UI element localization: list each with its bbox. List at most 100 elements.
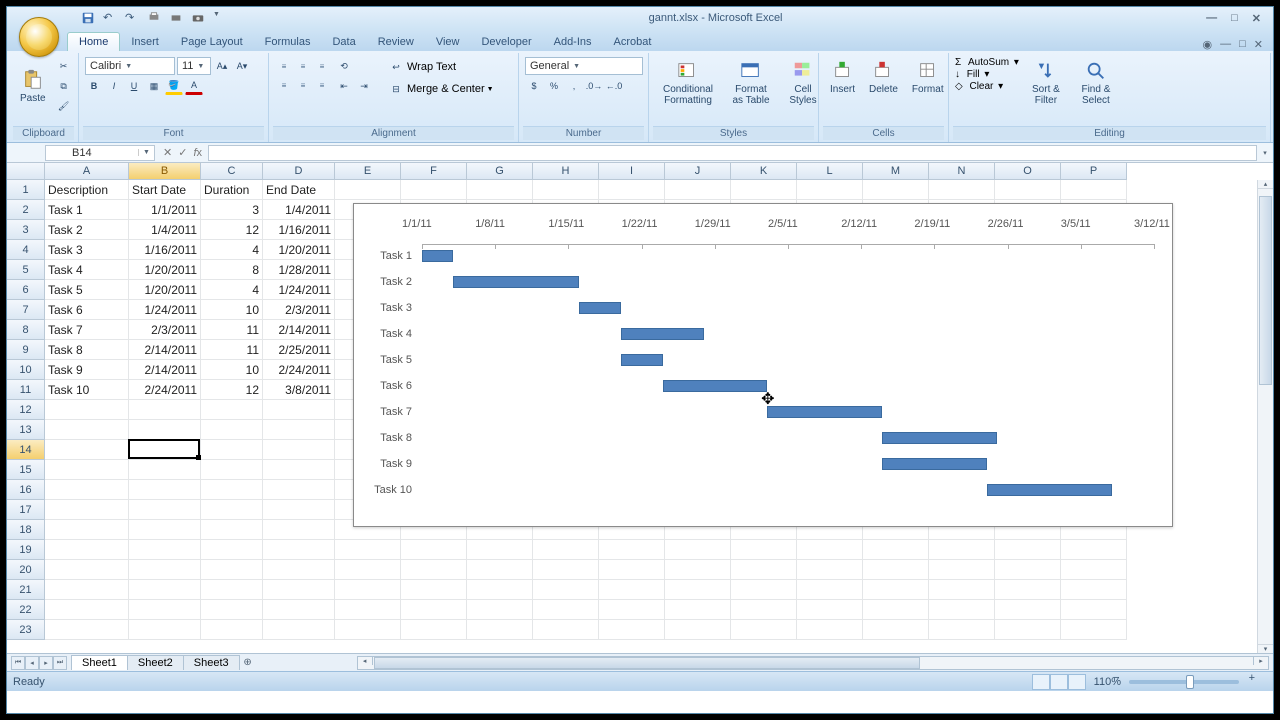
- cell[interactable]: 1/4/2011: [129, 220, 201, 240]
- col-header[interactable]: I: [599, 163, 665, 180]
- cell[interactable]: [665, 180, 731, 200]
- cell[interactable]: [263, 440, 335, 460]
- align-top-right[interactable]: ≡: [313, 57, 331, 75]
- wrap-text-button[interactable]: ↩Wrap Text: [383, 57, 498, 77]
- autosum-button[interactable]: Σ AutoSum ▾: [955, 57, 1019, 68]
- qat-dropdown-icon[interactable]: ▼: [213, 11, 227, 25]
- row-header[interactable]: 23: [7, 620, 45, 640]
- cell[interactable]: 1/16/2011: [263, 220, 335, 240]
- row-header[interactable]: 7: [7, 300, 45, 320]
- col-header[interactable]: L: [797, 163, 863, 180]
- cell[interactable]: [129, 540, 201, 560]
- cell[interactable]: [201, 580, 263, 600]
- restore-button[interactable]: □: [1229, 12, 1240, 25]
- tab-formulas[interactable]: Formulas: [254, 33, 322, 51]
- redo-icon[interactable]: ↷: [125, 11, 139, 25]
- cell[interactable]: [45, 620, 129, 640]
- row-header[interactable]: 20: [7, 560, 45, 580]
- cell[interactable]: [599, 540, 665, 560]
- cell[interactable]: [731, 180, 797, 200]
- cell[interactable]: [45, 580, 129, 600]
- cell[interactable]: [863, 540, 929, 560]
- sort-filter-button[interactable]: Sort & Filter: [1023, 57, 1069, 109]
- cell[interactable]: [863, 600, 929, 620]
- cell[interactable]: [1061, 180, 1127, 200]
- cell[interactable]: 2/3/2011: [129, 320, 201, 340]
- cell[interactable]: [599, 600, 665, 620]
- increase-decimal[interactable]: .0→: [585, 77, 603, 95]
- cell[interactable]: 2/24/2011: [263, 360, 335, 380]
- gantt-bar[interactable]: [767, 406, 882, 418]
- undo-icon[interactable]: ↶: [103, 11, 117, 25]
- copy-icon[interactable]: ⧉: [55, 77, 73, 95]
- enter-icon[interactable]: ✓: [178, 146, 187, 159]
- sheet-tab[interactable]: Sheet1: [71, 655, 128, 670]
- tab-review[interactable]: Review: [367, 33, 425, 51]
- tab-page-layout[interactable]: Page Layout: [170, 33, 254, 51]
- cell[interactable]: [201, 560, 263, 580]
- sheet-tab[interactable]: Sheet3: [183, 655, 240, 670]
- number-format-select[interactable]: General▼: [525, 57, 643, 75]
- cell[interactable]: [467, 560, 533, 580]
- row-header[interactable]: 21: [7, 580, 45, 600]
- col-header[interactable]: P: [1061, 163, 1127, 180]
- col-header[interactable]: M: [863, 163, 929, 180]
- expand-formula-bar-icon[interactable]: ▾: [1257, 149, 1273, 157]
- cell[interactable]: 2/14/2011: [263, 320, 335, 340]
- cell[interactable]: [665, 540, 731, 560]
- cell[interactable]: [45, 480, 129, 500]
- cell[interactable]: [335, 600, 401, 620]
- cell[interactable]: [129, 420, 201, 440]
- gantt-bar[interactable]: [882, 458, 987, 470]
- cell[interactable]: [263, 520, 335, 540]
- cell[interactable]: 2/24/2011: [129, 380, 201, 400]
- row-header[interactable]: 6: [7, 280, 45, 300]
- cell[interactable]: [995, 620, 1061, 640]
- fill-color-button[interactable]: 🪣: [165, 77, 183, 95]
- cell[interactable]: 1/20/2011: [263, 240, 335, 260]
- row-header[interactable]: 22: [7, 600, 45, 620]
- next-sheet-icon[interactable]: ▸: [39, 656, 53, 670]
- fill-button[interactable]: ↓ Fill ▾: [955, 69, 1019, 80]
- cell[interactable]: [467, 620, 533, 640]
- row-header[interactable]: 5: [7, 260, 45, 280]
- row-header[interactable]: 19: [7, 540, 45, 560]
- cell[interactable]: End Date: [263, 180, 335, 200]
- row-header[interactable]: 3: [7, 220, 45, 240]
- cell[interactable]: [129, 400, 201, 420]
- cell[interactable]: Task 2: [45, 220, 129, 240]
- cell[interactable]: [533, 540, 599, 560]
- orientation-button[interactable]: ⟲: [335, 57, 353, 75]
- col-header[interactable]: D: [263, 163, 335, 180]
- cell[interactable]: [201, 540, 263, 560]
- cell[interactable]: [201, 460, 263, 480]
- find-select-button[interactable]: Find & Select: [1073, 57, 1119, 109]
- decrease-indent[interactable]: ⇤: [335, 77, 353, 95]
- format-cells-button[interactable]: Format: [907, 57, 949, 98]
- cell[interactable]: 3/8/2011: [263, 380, 335, 400]
- normal-view-button[interactable]: [1032, 674, 1050, 690]
- format-painter-icon[interactable]: 🖌: [55, 97, 73, 115]
- cell[interactable]: [797, 540, 863, 560]
- col-header[interactable]: N: [929, 163, 995, 180]
- cut-icon[interactable]: ✂: [55, 57, 73, 75]
- row-header[interactable]: 15: [7, 460, 45, 480]
- cell[interactable]: [533, 580, 599, 600]
- row-header[interactable]: 2: [7, 200, 45, 220]
- cell[interactable]: [263, 480, 335, 500]
- cell[interactable]: [665, 600, 731, 620]
- insert-sheet-icon[interactable]: ⊕: [239, 657, 257, 668]
- cell[interactable]: [263, 500, 335, 520]
- cell[interactable]: [335, 180, 401, 200]
- tab-developer[interactable]: Developer: [470, 33, 542, 51]
- cell[interactable]: [995, 580, 1061, 600]
- cell[interactable]: [599, 560, 665, 580]
- cell[interactable]: [929, 180, 995, 200]
- cell[interactable]: [797, 600, 863, 620]
- gantt-bar[interactable]: [579, 302, 621, 314]
- cell[interactable]: 1/1/2011: [129, 200, 201, 220]
- cell[interactable]: [45, 440, 129, 460]
- cell[interactable]: [533, 180, 599, 200]
- insert-cells-button[interactable]: Insert: [825, 57, 860, 98]
- cell[interactable]: [129, 480, 201, 500]
